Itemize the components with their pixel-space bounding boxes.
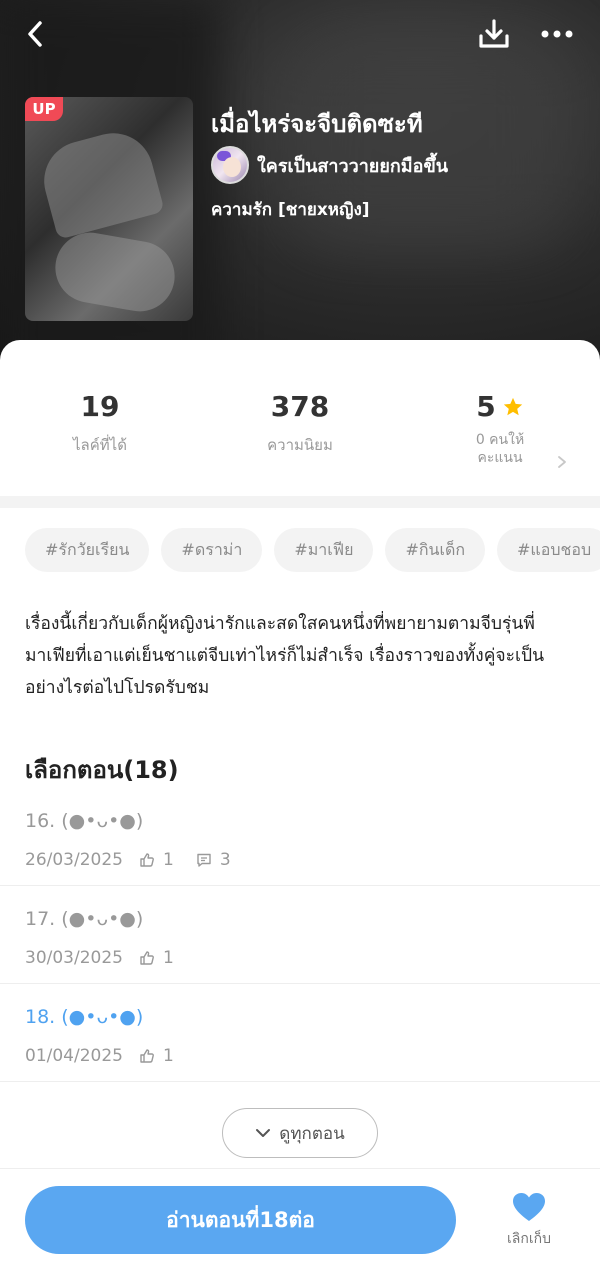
author-row[interactable]: ใครเป็นสาววายยกมือขึ้น (211, 146, 448, 184)
author-name[interactable]: ใครเป็นสาววายยกมือขึ้น (257, 151, 448, 180)
chevron-right-icon[interactable] (556, 455, 568, 469)
popularity-stat: 378 ความนิยม (200, 390, 400, 457)
episode-comments: 3 (219, 850, 231, 870)
chevron-down-icon (256, 1129, 271, 1137)
tag-chip[interactable]: #รักวัยเรียน (25, 528, 150, 572)
up-badge: UP (25, 97, 63, 121)
tag-chip[interactable]: #มาเฟีย (274, 528, 374, 572)
thumb-up-icon (140, 951, 154, 965)
episode-row[interactable]: 17. (●•ᴗ•●) 30/03/2025 1 (0, 886, 600, 984)
unfavorite-label: เลิกเก็บ (507, 1231, 551, 1247)
bottom-bar-divider (0, 1168, 600, 1169)
likes-value: 19 (80, 390, 120, 423)
tag-chip[interactable]: #กินเด็ก (385, 528, 486, 572)
back-icon (28, 21, 42, 47)
episode-title: 17. (●•ᴗ•●) (25, 908, 144, 930)
tag-chip[interactable]: #แอบชอบ (497, 528, 600, 572)
thumb-up-icon (140, 1049, 154, 1063)
tag-chip[interactable]: #ดราม่า (161, 528, 263, 572)
top-bar (0, 0, 600, 70)
rating-score-label: คะแนน (477, 450, 523, 466)
download-button[interactable] (474, 14, 514, 54)
episode-title: 16. (●•ᴗ•●) (25, 810, 144, 832)
popularity-label: ความนิยม (267, 436, 333, 454)
story-header: UP เมื่อไหร่จะจีบติดซะที ใครเป็นสาววายยก… (0, 0, 600, 380)
section-divider (0, 496, 600, 508)
back-button[interactable] (18, 14, 58, 54)
download-icon (479, 19, 509, 48)
rating-count-label: 0 คนให้ (475, 432, 525, 448)
story-detail-card: 19 ไลค์ที่ได้ 378 ความนิยม 5 0 คนให้ คะแ… (0, 340, 600, 1270)
heart-icon (513, 1193, 545, 1221)
star-icon (503, 397, 522, 415)
episode-likes: 1 (162, 948, 174, 968)
view-all-episodes-button[interactable]: ดูทุกตอน (222, 1108, 378, 1158)
synopsis: เรื่องนี้เกี่ยวกับเด็กผู้หญิงน่ารักและสด… (25, 614, 545, 698)
thumb-up-icon (140, 853, 154, 867)
view-all-label: ดูทุกตอน (279, 1123, 345, 1144)
cover-image (25, 97, 193, 321)
popularity-value: 378 (270, 390, 330, 423)
more-options-button[interactable] (536, 14, 580, 54)
episode-date: 26/03/2025 (25, 850, 123, 870)
rating-stat[interactable]: 5 0 คนให้ คะแนน (400, 390, 600, 467)
episode-row[interactable]: 16. (●•ᴗ•●) 26/03/2025 1 3 (0, 788, 600, 886)
unfavorite-button[interactable]: เลิกเก็บ (496, 1186, 562, 1256)
genre-label: ความรัก [ชายxหญิง] (211, 200, 370, 220)
likes-label: ไลค์ที่ได้ (73, 436, 127, 454)
episode-date: 30/03/2025 (25, 948, 123, 968)
episode-likes: 1 (162, 850, 174, 870)
likes-stat: 19 ไลค์ที่ได้ (0, 390, 200, 457)
comment-icon (197, 853, 211, 867)
episode-title: 18. (●•ᴗ•●) (25, 1006, 144, 1028)
episode-row-current[interactable]: 18. (●•ᴗ•●) 01/04/2025 1 (0, 984, 600, 1082)
author-avatar[interactable] (211, 146, 249, 184)
episode-likes: 1 (162, 1046, 174, 1066)
tag-list: #รักวัยเรียน #ดราม่า #มาเฟีย #กินเด็ก #แ… (25, 528, 600, 572)
episodes-heading: เลือกตอน(18) (25, 756, 179, 784)
continue-reading-button[interactable]: อ่านตอนที่18ต่อ (25, 1186, 456, 1254)
stats-row: 19 ไลค์ที่ได้ 378 ความนิยม 5 0 คนให้ คะแ… (0, 390, 600, 490)
more-icon (541, 30, 573, 38)
episode-date: 01/04/2025 (25, 1046, 123, 1066)
rating-value: 5 (476, 390, 496, 423)
story-title: เมื่อไหร่จะจีบติดซะที (211, 110, 423, 138)
